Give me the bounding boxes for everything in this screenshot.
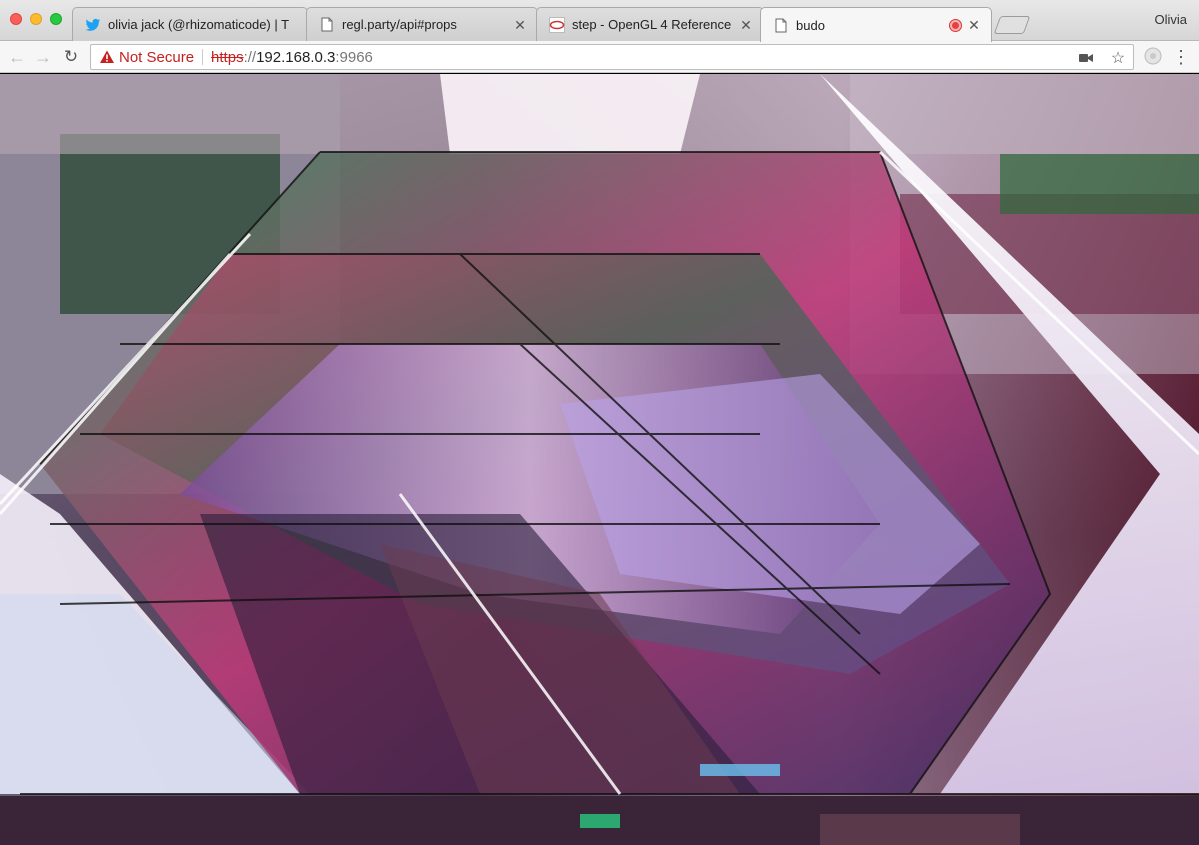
tab-title: budo	[796, 17, 825, 33]
menu-icon[interactable]: ⋮	[1172, 46, 1190, 68]
bookmark-star-icon[interactable]: ☆	[1109, 49, 1127, 67]
tab-strip: olivia jack (@rhizomaticode) | T regl.pa…	[0, 0, 1199, 42]
warning-icon	[100, 50, 114, 63]
back-arrow-icon[interactable]: ←	[6, 46, 28, 68]
recording-icon	[950, 19, 961, 31]
extension-icon[interactable]	[1143, 46, 1163, 66]
tab-title: regl.party/api#props	[342, 17, 457, 32]
window-maximize-button[interactable]	[50, 13, 62, 25]
reload-icon[interactable]: ↻	[60, 46, 82, 68]
webgl-canvas[interactable]	[0, 74, 1199, 845]
tab-twitter[interactable]: olivia jack (@rhizomaticode) | T	[72, 7, 308, 41]
tab-title: step - OpenGL 4 Reference Pa	[572, 17, 733, 32]
twitter-bird-icon	[85, 17, 101, 33]
close-icon[interactable]: ✕	[513, 17, 527, 33]
tab-budo[interactable]: budo ✕	[760, 7, 992, 42]
profile-name[interactable]: Olivia	[1154, 12, 1187, 27]
browser-toolbar: ← → ↻ Not Secure https://192.168.0.3:996…	[0, 41, 1199, 73]
url-separator: ://	[243, 48, 257, 66]
forward-arrow-icon[interactable]: →	[32, 46, 54, 68]
document-icon	[773, 17, 789, 33]
window-minimize-button[interactable]	[30, 13, 42, 25]
url-scheme: https	[211, 48, 244, 66]
security-indicator[interactable]: Not Secure	[119, 49, 194, 66]
window-close-button[interactable]	[10, 13, 22, 25]
glitch-artwork	[0, 74, 1199, 845]
opengl-icon	[549, 16, 565, 33]
close-icon[interactable]: ✕	[739, 17, 753, 33]
new-tab-button[interactable]	[993, 16, 1031, 34]
url-host: 192.168.0.3	[256, 48, 336, 66]
divider	[202, 49, 204, 65]
close-icon[interactable]: ✕	[967, 17, 981, 33]
tab-opengl[interactable]: step - OpenGL 4 Reference Pa ✕	[536, 7, 764, 41]
url-port: :9966	[335, 48, 373, 66]
camera-icon[interactable]	[1077, 49, 1095, 67]
tab-regl[interactable]: regl.party/api#props ✕	[306, 7, 538, 41]
address-bar[interactable]: Not Secure https://192.168.0.3:9966 ☆	[90, 44, 1134, 70]
tab-title: olivia jack (@rhizomaticode) | T	[108, 17, 290, 32]
document-icon	[319, 17, 335, 33]
